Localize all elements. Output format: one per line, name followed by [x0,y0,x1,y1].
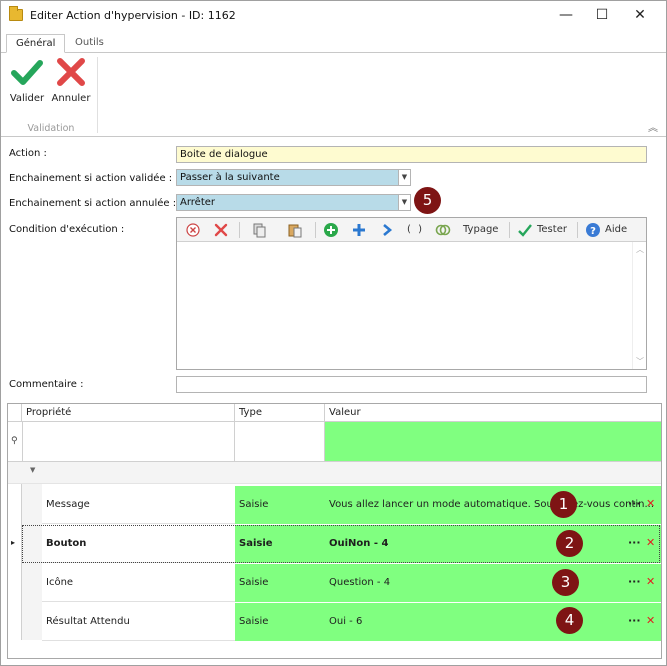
cell-value[interactable]: Question - 4 [325,564,661,602]
toolbar-divider [315,222,316,238]
row-indicator-column [8,484,22,640]
validate-button[interactable]: Valider [5,55,49,104]
action-label: Action : [9,148,47,159]
action-field[interactable]: Boite de dialogue [176,146,647,163]
delete-row-icon[interactable]: ✕ [646,614,655,627]
cancel-button[interactable]: Annuler [49,55,93,104]
group-label-validation: Validation [27,123,75,134]
callout-badge-4: 4 [556,607,583,634]
scroll-up-icon[interactable]: ︿ [636,244,644,255]
collapse-ribbon-icon[interactable]: ︽ [648,119,658,134]
parentheses-button[interactable]: ( ) [407,222,424,238]
column-header-property[interactable]: Propriété [22,404,235,422]
table-row[interactable]: Icône Saisie Question - 4 ··· ✕ 3 [42,564,661,602]
properties-grid: Propriété Type Valeur ⚲ ▼ ▸ Message Sais… [7,403,662,659]
ribbon-tabs: Général Outils [1,31,666,53]
callout-badge-5: 5 [414,187,441,214]
window-title: Editer Action d'hypervision - ID: 1162 [30,9,236,22]
column-header-value[interactable]: Valeur [325,404,661,422]
toolbar-divider [577,222,578,238]
cross-icon [57,58,85,86]
tab-general[interactable]: Général [6,34,66,53]
chevron-right-icon[interactable] [379,222,395,238]
current-row-indicator-icon: ▸ [11,538,16,547]
add-circle-icon[interactable] [323,222,339,238]
test-check-icon[interactable] [517,222,533,238]
chevron-down-icon[interactable]: ▼ [398,195,410,210]
on-valid-select[interactable]: Passer à la suivante ▼ [176,169,411,186]
folder-icon [9,6,23,21]
column-header-type[interactable]: Type [235,404,325,422]
tab-outils[interactable]: Outils [66,34,113,53]
test-button[interactable]: Tester [537,222,567,238]
svg-text:?: ? [590,226,596,237]
help-button[interactable]: Aide [605,222,627,238]
table-row[interactable]: Message Saisie Vous allez lancer un mode… [42,486,661,524]
copy-icon[interactable] [251,222,267,238]
filter-row: ⚲ [8,422,661,462]
more-options-icon[interactable]: ··· [628,497,641,510]
scroll-down-icon[interactable]: ﹀ [636,356,644,367]
cell-type: Saisie [235,564,325,602]
more-options-icon[interactable]: ··· [628,575,641,588]
condition-toolbar: ( ) Typage Tester ? Aide [177,218,646,242]
title-bar: Editer Action d'hypervision - ID: 1162 —… [1,1,666,31]
delete-icon[interactable] [213,222,229,238]
cell-value[interactable]: Vous allez lancer un mode automatique. S… [325,486,661,524]
cell-value[interactable]: Oui - 6 [325,603,661,641]
on-valid-label: Enchainement si action validée : [9,173,173,184]
cell-property: Message [42,486,235,524]
on-cancel-value: Arrêter [180,197,216,208]
typing-icon[interactable] [435,222,451,238]
on-cancel-select[interactable]: Arrêter ▼ [176,194,411,211]
cell-type: Saisie [235,603,325,641]
callout-badge-3: 3 [552,569,579,596]
grid-corner [8,404,22,422]
cancel-label: Annuler [51,93,91,104]
ribbon: Valider Annuler Validation ︽ [1,53,666,137]
clear-icon[interactable] [185,222,201,238]
plus-icon[interactable] [351,222,367,238]
expand-icon[interactable]: ▼ [30,466,35,474]
close-button[interactable]: ✕ [622,1,658,29]
paste-icon[interactable] [287,222,303,238]
toolbar-divider [239,222,240,238]
filter-pin-icon: ⚲ [11,436,18,446]
comment-field[interactable] [176,376,647,393]
group-divider [97,57,98,133]
comment-label: Commentaire : [9,379,84,390]
filter-cell-type[interactable] [235,422,325,461]
filter-cell-value[interactable] [325,422,661,461]
cell-type: Saisie [235,486,325,524]
delete-row-icon[interactable]: ✕ [646,575,655,588]
vertical-scrollbar[interactable]: ︿ ﹀ [632,242,646,369]
delete-row-icon[interactable]: ✕ [646,497,655,510]
minimize-button[interactable]: — [548,1,584,29]
callout-badge-1: 1 [550,491,577,518]
check-icon [11,60,43,85]
toolbar-divider [509,222,510,238]
grid-rows: ▸ Message Saisie Vous allez lancer un mo… [8,484,661,641]
group-row: ▼ [8,462,661,484]
condition-label: Condition d'exécution : [9,224,125,235]
validate-label: Valider [9,93,45,104]
on-valid-value: Passer à la suivante [180,172,280,183]
maximize-button[interactable]: ☐ [584,1,620,29]
cell-property: Résultat Attendu [42,603,235,641]
cell-property: Icône [42,564,235,602]
condition-editor[interactable]: ( ) Typage Tester ? Aide ︿ ﹀ [176,217,647,370]
typing-button[interactable]: Typage [463,222,498,238]
more-options-icon[interactable]: ··· [628,614,641,627]
chevron-down-icon[interactable]: ▼ [398,170,410,185]
on-cancel-label: Enchainement si action annulée : [9,198,177,209]
focused-row-outline [22,525,660,563]
help-icon[interactable]: ? [585,222,601,238]
table-row[interactable]: Résultat Attendu Saisie Oui - 6 ··· ✕ 4 [42,603,661,641]
editor-window: Editer Action d'hypervision - ID: 1162 —… [0,0,667,666]
filter-cell-property[interactable] [22,422,235,461]
